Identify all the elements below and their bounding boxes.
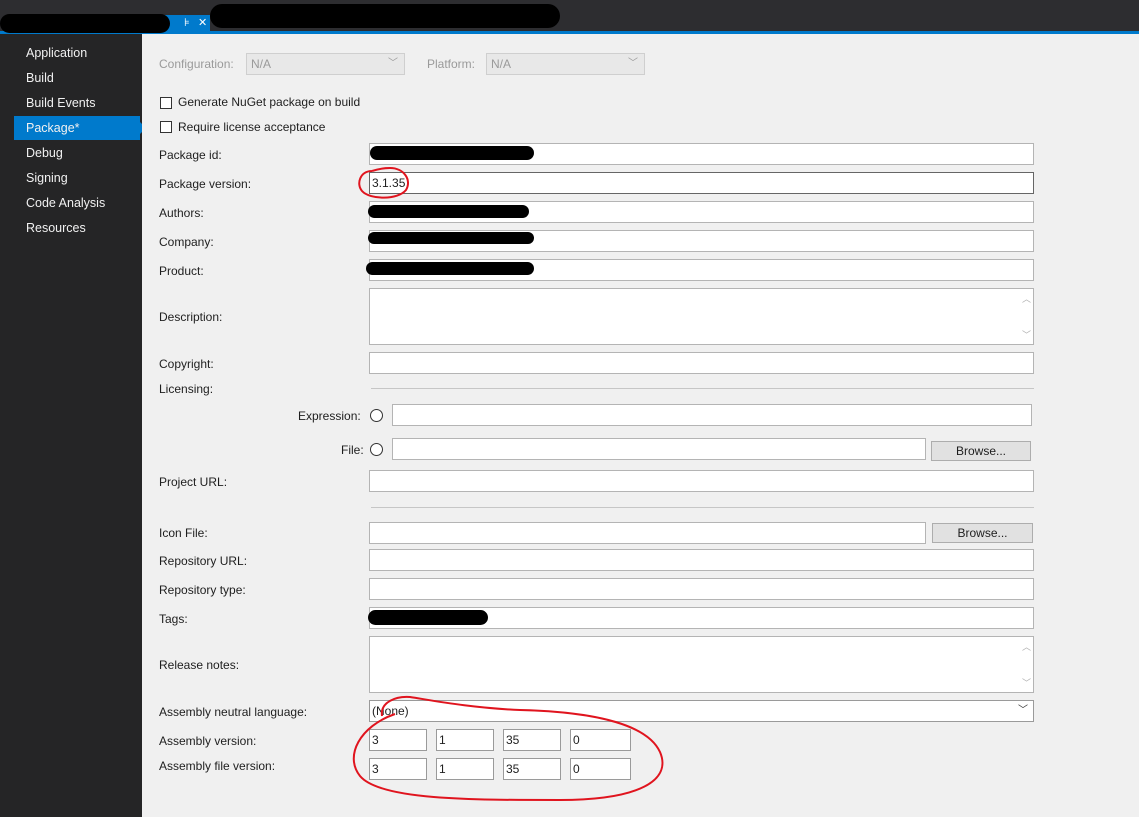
project-url-label: Project URL: bbox=[159, 475, 228, 489]
generate-nuget-label: Generate NuGet package on build bbox=[178, 95, 361, 109]
license-expression-input[interactable] bbox=[392, 404, 1032, 426]
package-id-label: Package id: bbox=[159, 148, 222, 162]
release-notes-label: Release notes: bbox=[159, 658, 240, 672]
icon-file-label: Icon File: bbox=[159, 526, 208, 540]
project-url-input[interactable] bbox=[369, 470, 1034, 492]
repository-type-label: Repository type: bbox=[159, 583, 246, 597]
assembly-version-label: Assembly version: bbox=[159, 734, 257, 748]
expression-label: Expression: bbox=[298, 409, 361, 423]
copyright-label: Copyright: bbox=[159, 357, 214, 371]
description-label: Description: bbox=[159, 310, 223, 324]
generate-nuget-checkbox[interactable] bbox=[160, 97, 172, 109]
redaction-mark bbox=[366, 262, 534, 275]
repository-url-input[interactable] bbox=[369, 549, 1034, 571]
product-label: Product: bbox=[159, 264, 204, 278]
platform-dropdown[interactable]: N/A ﹀ bbox=[486, 53, 645, 75]
chevron-down-icon: ﹀ bbox=[388, 58, 398, 69]
platform-value: N/A bbox=[491, 57, 512, 71]
icon-browse-button[interactable]: Browse... bbox=[932, 523, 1033, 543]
sidebar-item-signing[interactable]: Signing bbox=[14, 166, 140, 190]
licensing-separator bbox=[371, 388, 1034, 389]
assembly-file-version-label: Assembly file version: bbox=[159, 759, 276, 773]
assembly-file-version-minor[interactable]: 1 bbox=[436, 758, 494, 780]
configuration-value: N/A bbox=[251, 57, 272, 71]
repository-url-label: Repository URL: bbox=[159, 554, 248, 568]
assembly-file-version-major[interactable]: 3 bbox=[369, 758, 427, 780]
file-radio[interactable] bbox=[370, 443, 383, 456]
redaction-mark bbox=[0, 14, 170, 33]
sidebar-item-package[interactable]: Package* bbox=[14, 116, 146, 140]
icon-file-input[interactable] bbox=[369, 522, 926, 544]
assembly-version-major[interactable]: 3 bbox=[369, 729, 427, 751]
company-label: Company: bbox=[159, 235, 214, 249]
assembly-version-revision[interactable]: 0 bbox=[570, 729, 631, 751]
configuration-dropdown[interactable]: N/A ﹀ bbox=[246, 53, 405, 75]
close-icon[interactable]: ✕ bbox=[198, 16, 207, 29]
expression-radio[interactable] bbox=[370, 409, 383, 422]
platform-label: Platform: bbox=[427, 57, 476, 71]
neutral-language-label: Assembly neutral language: bbox=[159, 705, 308, 719]
section-separator bbox=[371, 507, 1034, 508]
release-notes-scrollbar[interactable]: ︿ ﹀ bbox=[1019, 637, 1033, 692]
description-scrollbar[interactable]: ︿ ﹀ bbox=[1019, 289, 1033, 344]
description-textarea[interactable]: ︿ ﹀ bbox=[369, 288, 1034, 345]
configuration-label: Configuration: bbox=[159, 57, 234, 71]
package-version-label: Package version: bbox=[159, 177, 252, 191]
chevron-down-icon: ﹀ bbox=[628, 58, 638, 69]
sidebar-item-resources[interactable]: Resources bbox=[14, 216, 140, 240]
repository-type-input[interactable] bbox=[369, 578, 1034, 600]
sidebar-item-code-analysis[interactable]: Code Analysis bbox=[14, 191, 140, 215]
chevron-down-icon: ﹀ bbox=[1018, 705, 1028, 716]
redaction-mark bbox=[370, 146, 534, 160]
assembly-version-minor[interactable]: 1 bbox=[436, 729, 494, 751]
neutral-language-value: (None) bbox=[372, 704, 409, 718]
scroll-down-icon[interactable]: ﹀ bbox=[1022, 328, 1031, 341]
assembly-version-build[interactable]: 35 bbox=[503, 729, 561, 751]
redaction-mark bbox=[210, 4, 560, 28]
pin-icon[interactable]: ⊧ bbox=[184, 16, 190, 29]
sidebar-item-build[interactable]: Build bbox=[14, 66, 140, 90]
neutral-language-select[interactable]: (None) ﹀ bbox=[369, 700, 1034, 722]
scroll-up-icon[interactable]: ︿ bbox=[1022, 640, 1031, 653]
license-browse-button[interactable]: Browse... bbox=[931, 441, 1031, 461]
scroll-down-icon[interactable]: ﹀ bbox=[1022, 676, 1031, 689]
licensing-label: Licensing: bbox=[159, 382, 214, 396]
authors-label: Authors: bbox=[159, 206, 204, 220]
require-license-checkbox[interactable] bbox=[160, 121, 172, 133]
tags-label: Tags: bbox=[159, 612, 188, 626]
redaction-mark bbox=[368, 610, 488, 625]
assembly-file-version-revision[interactable]: 0 bbox=[570, 758, 631, 780]
file-label: File: bbox=[341, 443, 364, 457]
copyright-input[interactable] bbox=[369, 352, 1034, 374]
assembly-file-version-build[interactable]: 35 bbox=[503, 758, 561, 780]
sidebar-item-application[interactable]: Application bbox=[14, 41, 140, 65]
scroll-up-icon[interactable]: ︿ bbox=[1022, 292, 1031, 305]
package-version-input[interactable]: 3.1.35 bbox=[369, 172, 1034, 194]
require-license-label: Require license acceptance bbox=[178, 120, 326, 134]
sidebar: Application Build Build Events Package* … bbox=[0, 34, 146, 817]
redaction-mark bbox=[368, 232, 534, 244]
release-notes-textarea[interactable]: ︿ ﹀ bbox=[369, 636, 1034, 693]
redaction-mark bbox=[368, 205, 529, 218]
sidebar-item-debug[interactable]: Debug bbox=[14, 141, 140, 165]
sidebar-item-build-events[interactable]: Build Events bbox=[14, 91, 140, 115]
license-file-input[interactable] bbox=[392, 438, 926, 460]
